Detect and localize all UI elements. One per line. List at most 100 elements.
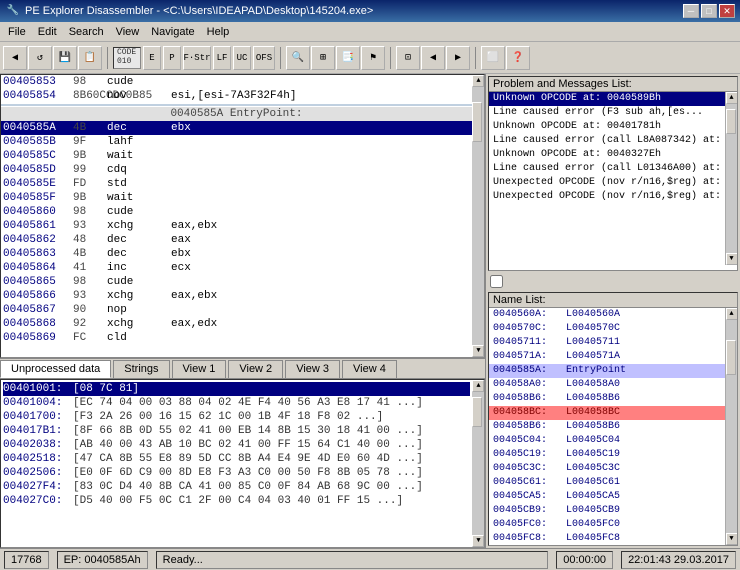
name-row[interactable]: 00405711:L00405711	[489, 336, 725, 350]
namelist-scroll-track[interactable]	[726, 320, 738, 533]
hex-row[interactable]: 004027C0:[D5 40 00 F5 0C C1 2F 00 C4 04 …	[3, 494, 470, 508]
name-row[interactable]: 00405FC0:L00405FC0	[489, 518, 725, 532]
namelist-scroll-handle[interactable]	[726, 340, 736, 375]
toolbar-flag-button[interactable]: ⚑	[361, 46, 385, 70]
toolbar-uc-button[interactable]: UC	[233, 46, 251, 70]
problem-row[interactable]: Line caused error (F3 sub ah,[es...	[489, 106, 725, 120]
name-row[interactable]: 004058B6:L004058B6	[489, 420, 725, 434]
problem-row[interactable]: Line caused error (call L8A087342) at:	[489, 134, 725, 148]
toolbar-refresh-button[interactable]: ↺	[28, 46, 52, 70]
disasm-row[interactable]: 0040585D99cdq	[1, 163, 472, 177]
disasm-row[interactable]: 0040586098cude	[1, 205, 472, 219]
name-row[interactable]: 004058B6:L004058B6	[489, 392, 725, 406]
disasm-row[interactable]: 004058548B60CCDC0B85novesi,[esi-7A3F32F4…	[1, 89, 472, 103]
toolbar-find-button[interactable]: ⊞	[311, 46, 335, 70]
disasm-row[interactable]: 00405869FCcld	[1, 331, 472, 345]
toolbar-p-button[interactable]: P	[163, 46, 181, 70]
filter-checkbox[interactable]	[490, 275, 503, 288]
tab-unprocessed-data[interactable]: Unprocessed data	[0, 360, 111, 378]
name-row[interactable]: 0040585A:EntryPoint	[489, 364, 725, 378]
tab-strings[interactable]: Strings	[113, 360, 169, 378]
name-row[interactable]: 0040571A:L0040571A	[489, 350, 725, 364]
problems-scroll-down[interactable]: ▼	[726, 253, 738, 265]
hex-row[interactable]: 00401004:[EC 74 04 00 03 88 04 02 4E F4 …	[3, 396, 470, 410]
hex-row[interactable]: 00402038:[AB 40 00 43 AB 10 BC 02 41 00 …	[3, 438, 470, 452]
hex-scroll-handle[interactable]	[472, 397, 482, 427]
problems-scroll-track[interactable]	[726, 104, 738, 253]
toolbar-save-button[interactable]: 💾	[53, 46, 77, 70]
disasm-row[interactable]: 0040585B9Flahf	[1, 135, 472, 149]
name-row[interactable]: 004058A0:L004058A0	[489, 378, 725, 392]
hex-row[interactable]: 00402506:[E0 0F 6D C9 00 8D E8 F3 A3 C0 …	[3, 466, 470, 480]
name-row[interactable]: 00405C61:L00405C61	[489, 476, 725, 490]
tab-view-1[interactable]: View 1	[172, 360, 227, 378]
name-row[interactable]: 00405C04:L00405C04	[489, 434, 725, 448]
name-row[interactable]: 00405CB9:L00405CB9	[489, 504, 725, 518]
disasm-row[interactable]: 0040586248deceax	[1, 233, 472, 247]
name-row[interactable]: 00405CA5:L00405CA5	[489, 490, 725, 504]
hex-row[interactable]: 004017B1:[8F 66 8B 0D 55 02 41 00 EB 14 …	[3, 424, 470, 438]
disasm-row[interactable]: 0040585C9Bwait	[1, 149, 472, 163]
namelist-scroll-down[interactable]: ▼	[726, 533, 738, 545]
name-row[interactable]: 00405C19:L00405C19	[489, 448, 725, 462]
toolbar-nav-left-button[interactable]: ◀	[421, 46, 445, 70]
problem-row[interactable]: Line caused error (call L01346A00) at:	[489, 162, 725, 176]
name-row[interactable]: 0040570C:L0040570C	[489, 322, 725, 336]
toolbar-bookmark-button[interactable]: 📑	[336, 46, 360, 70]
hex-row[interactable]: 00402518:[47 CA 8B 55 E8 89 5D CC 8B A4 …	[3, 452, 470, 466]
menu-item-file[interactable]: File	[2, 25, 32, 39]
toolbar-copy-button[interactable]: 📋	[78, 46, 102, 70]
close-button[interactable]: ✕	[719, 4, 735, 18]
toolbar-fstr-button[interactable]: F·Str	[183, 46, 211, 70]
disasm-scroll-down[interactable]: ▼	[472, 345, 484, 357]
disasm-scroll-track[interactable]	[472, 87, 484, 345]
toolbar-window-button[interactable]: ⬜	[481, 46, 505, 70]
disasm-row[interactable]: 004058634Bdecebx	[1, 247, 472, 261]
problems-scroll-handle[interactable]	[726, 109, 736, 134]
problem-row[interactable]: Unknown OPCODE at: 0040589Bh	[489, 92, 725, 106]
minimize-button[interactable]: ─	[683, 4, 699, 18]
hex-row[interactable]: 004027F4:[83 0C D4 40 8B CA 41 00 85 C0 …	[3, 480, 470, 494]
menu-item-search[interactable]: Search	[63, 25, 110, 39]
hex-scroll-down[interactable]: ▼	[472, 535, 484, 547]
menu-item-navigate[interactable]: Navigate	[145, 25, 200, 39]
name-row[interactable]: 00405C3C:L00405C3C	[489, 462, 725, 476]
menu-item-view[interactable]: View	[110, 25, 146, 39]
disasm-row[interactable]: 0040586790nop	[1, 303, 472, 317]
hex-scroll-track[interactable]	[472, 392, 484, 535]
disasm-row[interactable]: 0040585A4Bdecebx	[1, 121, 472, 135]
problems-scrollbar[interactable]: ▲ ▼	[725, 92, 737, 265]
problem-row[interactable]: Unknown OPCODE at: 00401781h	[489, 120, 725, 134]
disasm-scroll-handle[interactable]	[472, 102, 482, 142]
toolbar-back-button[interactable]: ◀	[3, 46, 27, 70]
toolbar-search-button[interactable]: 🔍	[286, 46, 310, 70]
disasm-row[interactable]: 0040586441incecx	[1, 261, 472, 275]
hex-row[interactable]: 00401001:[08 7C 81]	[3, 382, 470, 396]
name-row[interactable]: 0040560A:L0040560A	[489, 308, 725, 322]
tab-view-3[interactable]: View 3	[285, 360, 340, 378]
disasm-row[interactable]: 0040586193xchgeax,ebx	[1, 219, 472, 233]
problem-row[interactable]: Unknown OPCODE at: 0040327Eh	[489, 148, 725, 162]
menu-item-help[interactable]: Help	[201, 25, 236, 39]
toolbar-frame-button[interactable]: ⊡	[396, 46, 420, 70]
hex-scrollbar[interactable]: ▲ ▼	[472, 380, 484, 547]
problems-scroll-up[interactable]: ▲	[726, 92, 738, 104]
tab-view-4[interactable]: View 4	[342, 360, 397, 378]
hex-row[interactable]: 00401700:[F3 2A 26 00 16 15 62 1C 00 1B …	[3, 410, 470, 424]
problem-row[interactable]: Unexpected OPCODE (nov r/n16,$reg) at:	[489, 176, 725, 190]
namelist-scrollbar[interactable]: ▲ ▼	[725, 308, 737, 545]
disasm-row[interactable]: 0040586693xchgeax,ebx	[1, 289, 472, 303]
toolbar-help-button[interactable]: ❓	[506, 46, 530, 70]
name-row[interactable]: 00405FC8:L00405FC8	[489, 532, 725, 545]
toolbar-lf-button[interactable]: LF	[213, 46, 231, 70]
name-row[interactable]: 004058BC:L004058BC	[489, 406, 725, 420]
toolbar-e-button[interactable]: E	[143, 46, 161, 70]
maximize-button[interactable]: □	[701, 4, 717, 18]
disasm-row[interactable]: 0040585398cude	[1, 75, 472, 89]
toolbar-nav-right-button[interactable]: ▶	[446, 46, 470, 70]
disasm-scroll-up[interactable]: ▲	[472, 75, 484, 87]
disasm-row[interactable]: 0040586892xchgeax,edx	[1, 317, 472, 331]
disasm-scrollbar[interactable]: ▲ ▼	[472, 75, 484, 357]
toolbar-ofs-button[interactable]: OFS	[253, 46, 275, 70]
problem-row[interactable]: Unexpected OPCODE (nov r/n16,$reg) at:	[489, 190, 725, 204]
